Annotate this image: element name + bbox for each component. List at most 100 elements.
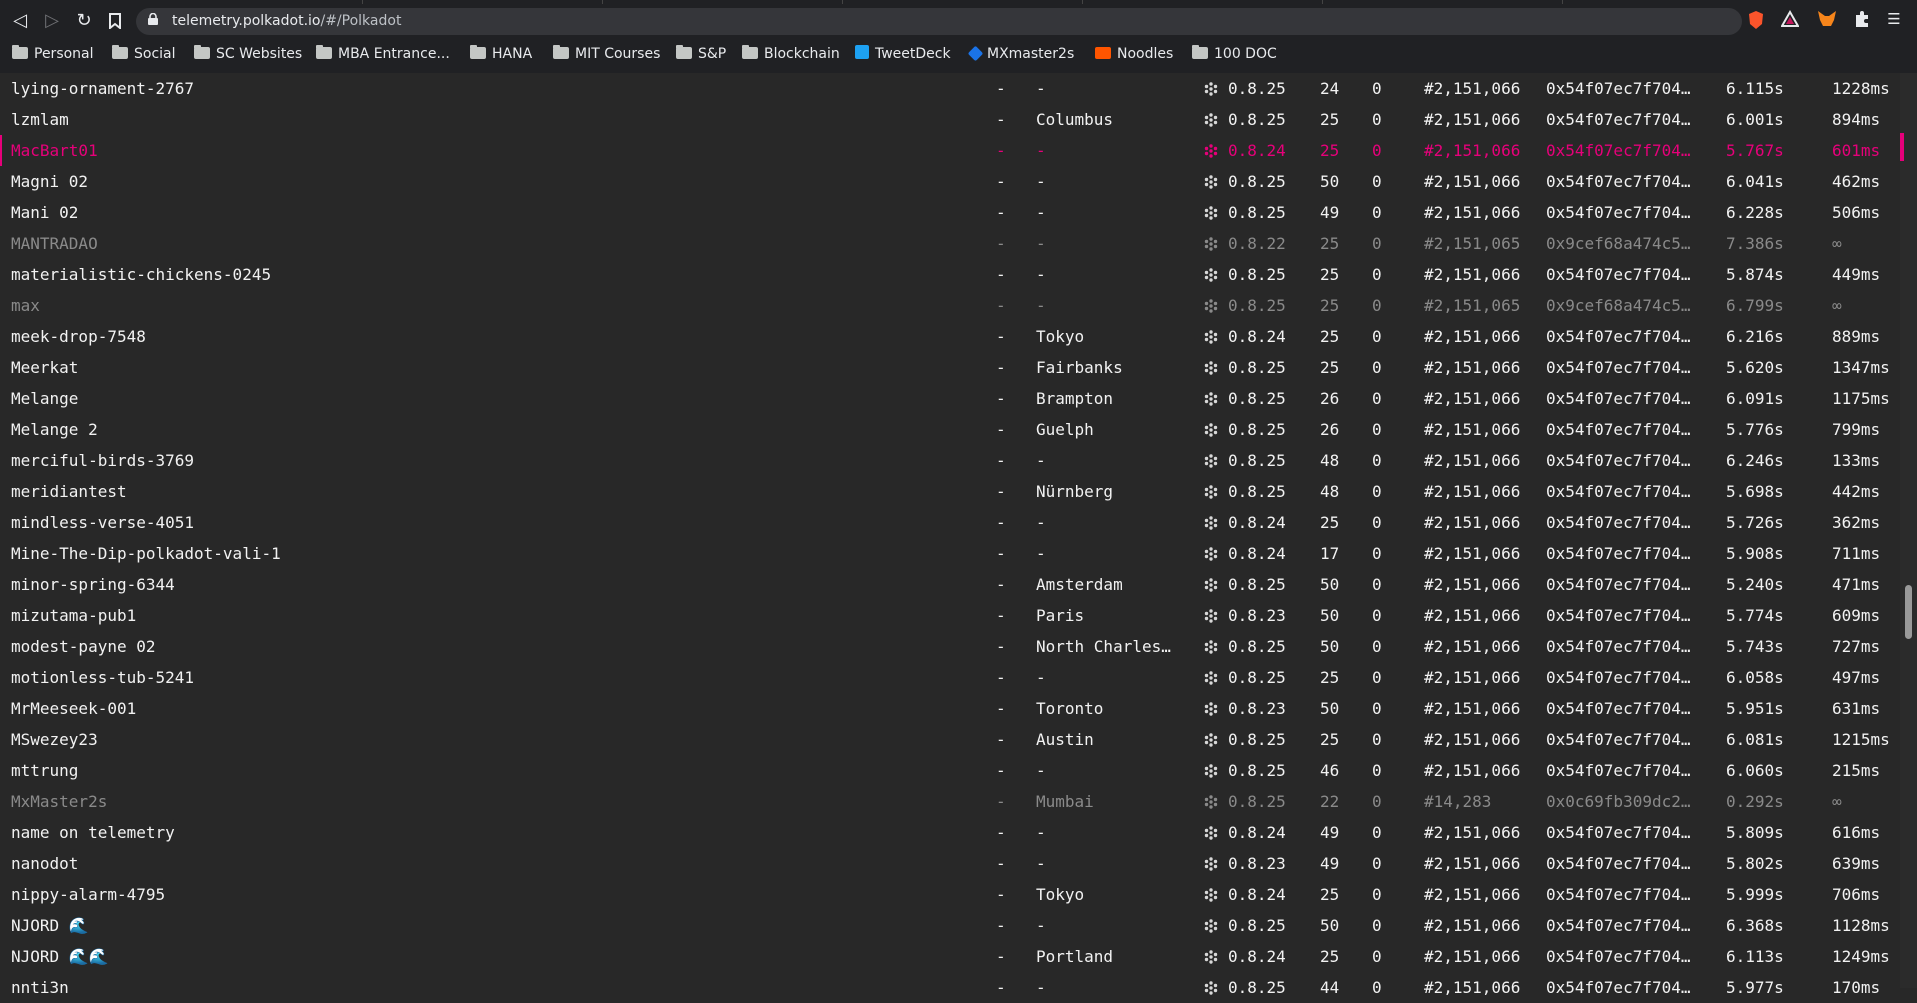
bookmark-noodles[interactable]: Noodles — [1095, 45, 1173, 63]
bookmark-mxmaster2s[interactable]: MXmaster2s — [967, 45, 1074, 63]
table-row[interactable]: Melange 2 - Guelph 0.8.25 26 0 #2,151,066 0x54f… — [0, 414, 1900, 445]
node-name: lying-ornament-2767 — [11, 79, 195, 98]
table-row[interactable]: merciful-birds-3769 - - 0.8.25 48 0 #2,151,066… — [0, 445, 1900, 476]
bookmark-blockchain[interactable]: Blockchain — [742, 45, 840, 63]
node-latency: 1347ms — [1832, 358, 1890, 377]
table-row[interactable]: lying-ornament-2767 - - 0.8.25 24 0 #2,151,066… — [0, 73, 1900, 104]
bookmark-sp[interactable]: S&P — [676, 45, 726, 63]
table-row[interactable]: NJORD 🌊🌊 - Portland 0.8.24 25 0 #2,151,066 0x54… — [0, 941, 1900, 972]
table-row[interactable]: Meerkat - Fairbanks 0.8.25 25 0 #2,151,066 0x54… — [0, 352, 1900, 383]
table-row[interactable]: materialistic-chickens-0245 - - 0.8.25 25 0 #2… — [0, 259, 1900, 290]
table-row[interactable]: meridiantest - Nürnberg 0.8.25 48 0 #2,151,066… — [0, 476, 1900, 507]
table-row[interactable]: nanodot - - 0.8.23 49 0 #2,151,066 0x54f07ec7f7… — [0, 848, 1900, 879]
table-row[interactable]: mizutama-pub1 - Paris 0.8.23 50 0 #2,151,066 0x… — [0, 600, 1900, 631]
polkadot-node-icon — [1204, 981, 1218, 995]
url-text: telemetry.polkadot.io/#/Polkadot — [172, 13, 402, 29]
table-row[interactable]: mindless-verse-4051 - - 0.8.24 25 0 #2,151,066… — [0, 507, 1900, 538]
bookmark-tweetdeck[interactable]: TweetDeck — [855, 45, 951, 63]
bookmark-mba-entrance[interactable]: MBA Entrance... — [316, 45, 450, 63]
folder-icon — [1192, 45, 1208, 59]
node-latency: 889ms — [1832, 327, 1881, 346]
node-implementation: - — [996, 79, 1006, 98]
node-peers: 26 — [1320, 389, 1340, 408]
table-row[interactable]: MrMeeseek-001 - Toronto 0.8.23 50 0 #2,151,066… — [0, 693, 1900, 724]
node-latency: 442ms — [1832, 482, 1881, 501]
table-row[interactable]: name on telemetry - - 0.8.24 49 0 #2,151,066 0x… — [0, 817, 1900, 848]
table-row[interactable]: meek-drop-7548 - Tokyo 0.8.24 25 0 #2,151,066 0… — [0, 321, 1900, 352]
node-version: 0.8.25 — [1228, 451, 1286, 470]
table-row[interactable]: modest-payne 02 - North Charles… 0.8.25 50 0 #… — [0, 631, 1900, 662]
bookmark-icon[interactable] — [104, 10, 126, 32]
table-row[interactable]: motionless-tub-5241 - - 0.8.25 25 0 #2,151,066… — [0, 662, 1900, 693]
polkadot-node-icon — [1204, 826, 1218, 840]
node-name: modest-payne 02 — [11, 637, 156, 656]
node-latency: 711ms — [1832, 544, 1881, 563]
node-peers: 24 — [1320, 79, 1340, 98]
node-txs: 0 — [1372, 730, 1382, 749]
bookmark-hana[interactable]: HANA — [470, 45, 532, 63]
extensions-puzzle-icon[interactable] — [1853, 10, 1871, 28]
brave-shield-icon[interactable] — [1747, 10, 1765, 29]
table-row[interactable]: mttrung - - 0.8.25 46 0 #2,151,066 0x54f07ec7f7… — [0, 755, 1900, 786]
metamask-icon[interactable] — [1817, 10, 1836, 28]
node-block: #2,151,066 — [1424, 885, 1521, 904]
node-latency: 799ms — [1832, 420, 1881, 439]
reload-icon[interactable]: ↻ — [73, 10, 95, 32]
scrollbar-thumb[interactable] — [1905, 585, 1912, 639]
node-location: - — [1036, 854, 1046, 873]
node-version: 0.8.25 — [1228, 296, 1286, 315]
polkadot-node-icon — [1204, 392, 1218, 406]
scrollbar[interactable] — [1900, 73, 1917, 988]
table-row[interactable]: minor-spring-6344 - Amsterdam 0.8.25 50 0 #2,1… — [0, 569, 1900, 600]
node-implementation: - — [996, 327, 1006, 346]
bookmark-personal[interactable]: Personal — [12, 45, 94, 63]
table-row[interactable]: MacBart01 - - 0.8.24 25 0 #2,151,066 0x54f07ec7… — [0, 135, 1900, 166]
node-implementation: - — [996, 358, 1006, 377]
node-peers: 25 — [1320, 296, 1340, 315]
soundcloud-icon — [1095, 47, 1111, 59]
bookmark-social[interactable]: Social — [112, 45, 176, 63]
address-bar[interactable]: telemetry.polkadot.io/#/Polkadot — [136, 8, 1742, 35]
table-row[interactable]: Magni 02 - - 0.8.25 50 0 #2,151,066 0x54f07ec7f… — [0, 166, 1900, 197]
table-row[interactable]: MANTRADAO - - 0.8.22 25 0 #2,151,065 0x9cef68a4… — [0, 228, 1900, 259]
node-block: #14,283 — [1424, 792, 1492, 811]
brave-rewards-icon[interactable] — [1780, 9, 1800, 28]
back-icon[interactable]: ◁ — [9, 10, 31, 32]
node-peers: 25 — [1320, 885, 1340, 904]
polkadot-node-icon — [1204, 950, 1218, 964]
node-implementation: - — [996, 172, 1006, 191]
node-txs: 0 — [1372, 482, 1382, 501]
node-block-time: 6.041s — [1726, 172, 1784, 191]
bookmark-sc-websites[interactable]: SC Websites — [194, 45, 302, 63]
node-peers: 49 — [1320, 203, 1340, 222]
node-peers: 49 — [1320, 823, 1340, 842]
node-version: 0.8.25 — [1228, 79, 1286, 98]
node-version: 0.8.25 — [1228, 916, 1286, 935]
node-block: #2,151,066 — [1424, 172, 1521, 191]
node-location: Nürnberg — [1036, 482, 1114, 501]
bookmark-mit-courses[interactable]: MIT Courses — [553, 45, 660, 63]
node-block: #2,151,066 — [1424, 761, 1521, 780]
node-name: max — [11, 296, 40, 315]
table-row[interactable]: nippy-alarm-4795 - Tokyo 0.8.24 25 0 #2,151,06… — [0, 879, 1900, 910]
node-peers: 25 — [1320, 110, 1340, 129]
node-implementation: - — [996, 141, 1006, 160]
node-implementation: - — [996, 203, 1006, 222]
forward-icon[interactable]: ▷ — [41, 10, 63, 32]
bookmark-100-doc[interactable]: 100 DOC — [1192, 45, 1277, 63]
table-row[interactable]: MSwezey23 - Austin 0.8.25 25 0 #2,151,066 0x54f… — [0, 724, 1900, 755]
table-row[interactable]: Mani 02 - - 0.8.25 49 0 #2,151,066 0x54f07ec7f7… — [0, 197, 1900, 228]
polkadot-node-icon — [1204, 671, 1218, 685]
table-row[interactable]: Mine-The-Dip-polkadot-vali-1 - - 0.8.24 17 0 #… — [0, 538, 1900, 569]
table-row[interactable]: NJORD 🌊 - - 0.8.25 50 0 #2,151,066 0x54f07ec7f7… — [0, 910, 1900, 941]
node-block-time: 5.776s — [1726, 420, 1784, 439]
menu-icon[interactable]: ☰ — [1885, 10, 1903, 28]
bookmarks-bar: Personal Social SC Websites MBA Entrance… — [0, 38, 1917, 70]
node-latency: 601ms — [1832, 141, 1881, 160]
table-row[interactable]: MxMaster2s - Mumbai 0.8.25 22 0 #14,283 0x0c69f… — [0, 786, 1900, 817]
table-row[interactable]: max - - 0.8.25 25 0 #2,151,065 0x9cef68a474c5… 6… — [0, 290, 1900, 321]
polkadot-node-icon — [1204, 82, 1218, 96]
node-block: #2,151,065 — [1424, 296, 1521, 315]
table-row[interactable]: Melange - Brampton 0.8.25 26 0 #2,151,066 0x54f… — [0, 383, 1900, 414]
table-row[interactable]: lzmlam - Columbus 0.8.25 25 0 #2,151,066 0x54f0… — [0, 104, 1900, 135]
